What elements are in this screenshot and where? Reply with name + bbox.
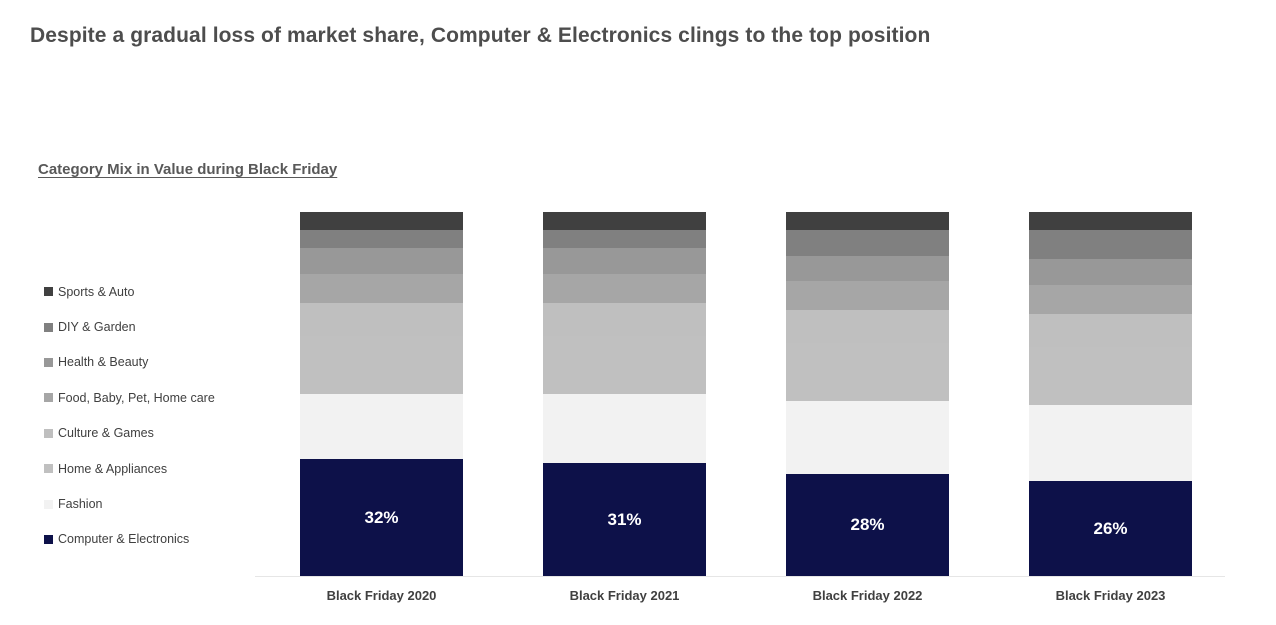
legend-item[interactable]: Culture & Games xyxy=(44,416,274,451)
category-axis-line xyxy=(255,576,1225,577)
legend-item-label: Computer & Electronics xyxy=(58,532,190,547)
category-axis-label: Black Friday 2022 xyxy=(812,588,923,603)
bar-segment[interactable] xyxy=(786,281,949,311)
bar-segment[interactable] xyxy=(1029,284,1192,314)
legend-item-label: Food, Baby, Pet, Home care xyxy=(58,390,215,405)
stacked-bar[interactable]: 28% xyxy=(786,212,949,576)
bar-segment[interactable] xyxy=(300,302,463,336)
bar-segment[interactable] xyxy=(1029,404,1192,482)
bar-segment[interactable] xyxy=(1029,230,1192,260)
legend-item[interactable]: Computer & Electronics xyxy=(44,522,274,557)
bar-segment[interactable] xyxy=(1029,212,1192,231)
legend-item-label: Home & Appliances xyxy=(58,461,168,476)
square-marker-icon xyxy=(44,534,53,544)
bar-segment[interactable] xyxy=(300,273,463,303)
legend-item-label: Sports & Auto xyxy=(58,284,135,299)
category-axis-label: Black Friday 2021 xyxy=(569,588,680,603)
bar-segment[interactable] xyxy=(543,393,706,464)
bar-segment[interactable] xyxy=(543,212,706,231)
bar-segment[interactable] xyxy=(786,230,949,256)
bar-segment-value-label: 28% xyxy=(850,514,885,534)
bar-group: 26% xyxy=(1029,212,1192,576)
bar-segment[interactable] xyxy=(543,230,706,249)
chart-subtitle: Category Mix in Value during Black Frida… xyxy=(38,161,338,178)
bar-segment[interactable] xyxy=(1029,259,1192,285)
square-marker-icon xyxy=(44,287,53,297)
bar-segment[interactable] xyxy=(543,248,706,274)
chart-legend: Sports & Auto DIY & Garden Health & Beauty… xyxy=(44,274,274,557)
bar-segment[interactable]: 26% xyxy=(1029,481,1192,576)
square-marker-icon xyxy=(44,464,53,474)
legend-item[interactable]: Home & Appliances xyxy=(44,451,274,486)
legend-item[interactable]: Food, Baby, Pet, Home care xyxy=(44,380,274,415)
legend-item[interactable]: Health & Beauty xyxy=(44,345,274,380)
bar-segment[interactable]: 32% xyxy=(300,459,463,576)
bar-segment[interactable] xyxy=(786,342,949,402)
bar-group: 28% xyxy=(786,212,949,576)
bar-segment[interactable] xyxy=(786,401,949,475)
stacked-bar[interactable]: 26% xyxy=(1029,212,1192,576)
bar-segment[interactable] xyxy=(300,393,463,460)
stacked-bar[interactable]: 31% xyxy=(543,212,706,576)
bar-segment-value-label: 31% xyxy=(607,509,642,529)
square-marker-icon xyxy=(44,393,53,403)
square-marker-icon xyxy=(44,428,53,438)
bar-segment[interactable]: 31% xyxy=(543,463,706,576)
bar-segment[interactable] xyxy=(543,273,706,303)
square-marker-icon xyxy=(44,322,53,332)
chart-plot-area: Category Mix in Value during Black Frida… xyxy=(0,0,1276,625)
bar-segment[interactable] xyxy=(786,212,949,231)
bar-segment[interactable] xyxy=(786,255,949,282)
bar-segment[interactable] xyxy=(1029,346,1192,405)
bar-segment[interactable]: 28% xyxy=(786,474,949,576)
legend-item[interactable]: Fashion xyxy=(44,486,274,521)
legend-item-label: DIY & Garden xyxy=(58,320,136,335)
legend-item-label: Fashion xyxy=(58,497,103,512)
bar-segment[interactable] xyxy=(300,335,463,394)
bar-segment[interactable] xyxy=(300,248,463,274)
square-marker-icon xyxy=(44,357,53,367)
legend-item[interactable]: DIY & Garden xyxy=(44,309,274,344)
category-axis-label: Black Friday 2020 xyxy=(326,588,437,603)
bar-segment-value-label: 26% xyxy=(1093,518,1128,538)
category-axis-label: Black Friday 2023 xyxy=(1055,588,1166,603)
bar-segment[interactable] xyxy=(786,310,949,343)
bar-segment[interactable] xyxy=(543,335,706,394)
legend-item-label: Health & Beauty xyxy=(58,355,149,370)
bar-segment[interactable] xyxy=(543,302,706,336)
bar-segment-value-label: 32% xyxy=(364,507,399,527)
bar-segment[interactable] xyxy=(1029,313,1192,347)
legend-item-label: Culture & Games xyxy=(58,426,154,441)
stacked-bar[interactable]: 32% xyxy=(300,212,463,576)
bar-segment[interactable] xyxy=(300,212,463,231)
legend-item[interactable]: Sports & Auto xyxy=(44,274,274,309)
bar-segment[interactable] xyxy=(300,230,463,249)
bar-group: 31% xyxy=(543,212,706,576)
square-marker-icon xyxy=(44,499,53,509)
bar-group: 32% xyxy=(300,212,463,576)
